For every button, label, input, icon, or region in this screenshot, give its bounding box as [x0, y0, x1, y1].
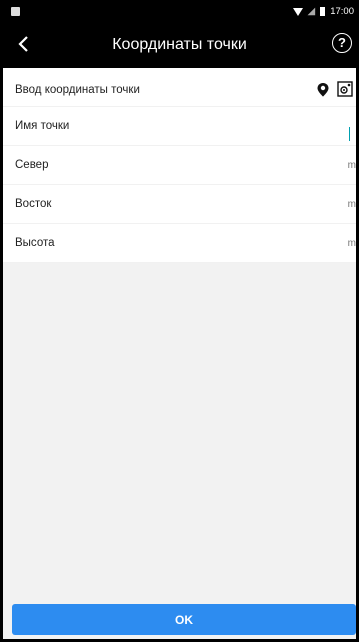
app-bar: Координаты точки ? [3, 21, 356, 68]
north-label: Север [15, 159, 49, 171]
height-unit: m [347, 238, 356, 249]
gallery-icon [11, 7, 20, 16]
height-field[interactable]: Высота m [3, 224, 356, 263]
status-right: ◢ 17:00 [292, 6, 354, 17]
gps-target-icon[interactable] [337, 81, 353, 97]
east-field[interactable]: Восток m [3, 185, 356, 224]
battery-icon [320, 7, 326, 16]
wifi-icon [292, 7, 303, 16]
status-bar: ◢ 17:00 [3, 3, 356, 21]
east-label: Восток [15, 198, 52, 210]
point-coordinates-form: Ввод координаты точки Имя точки Север m … [3, 68, 356, 263]
point-name-label: Имя точки [15, 120, 70, 132]
status-time: 17:00 [330, 6, 354, 17]
point-name-field[interactable]: Имя точки [3, 107, 356, 146]
east-unit: m [347, 199, 356, 210]
no-signal-icon: ◢ [307, 6, 316, 17]
text-cursor [348, 127, 350, 141]
north-field[interactable]: Север m [3, 146, 356, 185]
page-title: Координаты точки [112, 36, 247, 53]
section-title: Ввод координаты точки [15, 84, 140, 96]
help-icon[interactable]: ? [332, 33, 352, 53]
north-unit: m [347, 160, 356, 171]
section-header: Ввод координаты точки [3, 68, 356, 107]
location-pin-icon[interactable] [316, 82, 330, 98]
height-label: Высота [15, 237, 55, 249]
ok-button[interactable]: OK [12, 604, 356, 635]
